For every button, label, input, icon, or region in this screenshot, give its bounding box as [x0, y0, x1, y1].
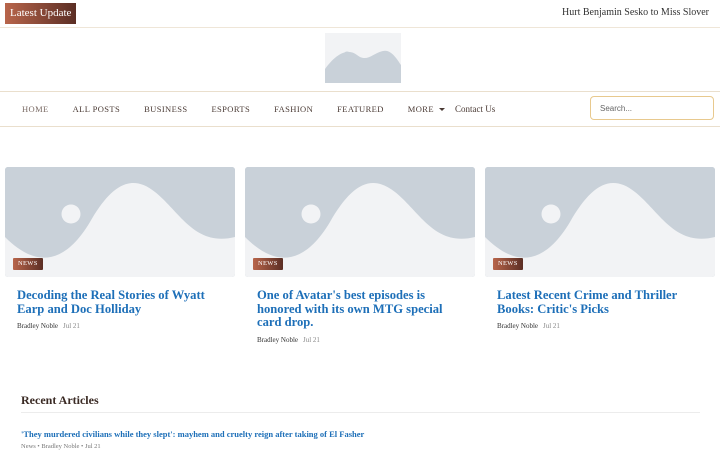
- nav-esports[interactable]: ESPORTS: [211, 104, 250, 114]
- article-title[interactable]: Latest Recent Crime and Thriller Books: …: [497, 288, 707, 316]
- nav-home[interactable]: HOME: [22, 104, 49, 114]
- author-name[interactable]: Bradley Noble: [17, 322, 58, 330]
- author-name[interactable]: Bradley Noble: [257, 336, 298, 344]
- article-card[interactable]: NEWS One of Avatar's best episodes is ho…: [245, 167, 475, 344]
- nav-contact-us[interactable]: Contact Us: [455, 104, 495, 114]
- article-meta: Bradley Noble Jul 21: [257, 336, 475, 344]
- post-date: Jul 21: [303, 335, 320, 344]
- nav-featured[interactable]: FEATURED: [337, 104, 384, 114]
- divider: [21, 412, 700, 413]
- category-badge[interactable]: NEWS: [253, 258, 283, 270]
- nav-fashion[interactable]: FASHION: [274, 104, 313, 114]
- category-badge[interactable]: NEWS: [493, 258, 523, 270]
- article-thumbnail[interactable]: NEWS: [5, 167, 235, 277]
- top-bar: Latest Update Hurt Benjamin Sesko to Mis…: [0, 0, 720, 27]
- nav-business[interactable]: BUSINESS: [144, 104, 187, 114]
- caret-down-icon: [438, 107, 445, 111]
- nav-more-dropdown[interactable]: MORE: [408, 104, 445, 114]
- category-badge[interactable]: NEWS: [13, 258, 43, 270]
- nav-more-label: MORE: [407, 104, 434, 114]
- article-card[interactable]: NEWS Decoding the Real Stories of Wyatt …: [5, 167, 235, 330]
- latest-update-badge: Latest Update: [5, 3, 77, 24]
- article-thumbnail[interactable]: NEWS: [485, 167, 715, 277]
- news-ticker-headline[interactable]: Hurt Benjamin Sesko to Miss Slover: [562, 7, 709, 18]
- author-name[interactable]: Bradley Noble: [497, 322, 538, 330]
- article-meta: Bradley Noble Jul 21: [497, 322, 715, 330]
- main-nav: HOME ALL POSTS BUSINESS ESPORTS FASHION …: [22, 91, 519, 127]
- article-thumbnail[interactable]: NEWS: [245, 167, 475, 277]
- search-input[interactable]: [590, 96, 714, 120]
- nav-border-bottom: [0, 126, 720, 127]
- image-placeholder-icon: [325, 33, 401, 83]
- recent-articles-heading: Recent Articles: [21, 393, 99, 407]
- article-title[interactable]: Decoding the Real Stories of Wyatt Earp …: [17, 288, 227, 316]
- recent-article-meta: News • Bradley Noble • Jul 21: [21, 443, 101, 450]
- article-card[interactable]: NEWS Latest Recent Crime and Thriller Bo…: [485, 167, 715, 330]
- post-date: Jul 21: [63, 322, 80, 330]
- divider: [0, 27, 720, 28]
- post-date: Jul 21: [543, 322, 560, 330]
- recent-article-title[interactable]: 'They murdered civilians while they slep…: [21, 429, 364, 439]
- article-title[interactable]: One of Avatar's best episodes is honored…: [257, 288, 467, 330]
- article-meta: Bradley Noble Jul 21: [17, 322, 235, 330]
- nav-all-posts[interactable]: ALL POSTS: [73, 104, 120, 114]
- site-logo[interactable]: [325, 33, 401, 83]
